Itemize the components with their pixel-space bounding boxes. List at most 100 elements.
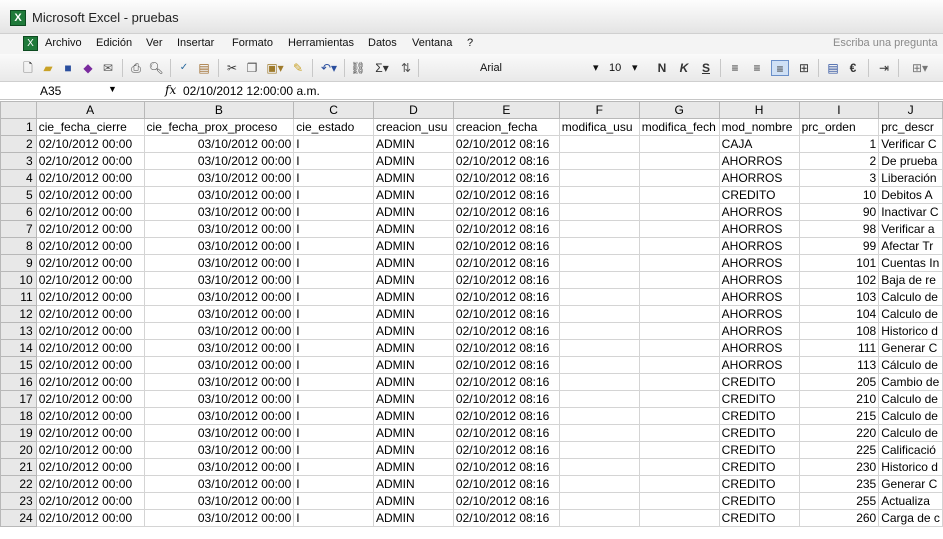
underline-button[interactable]: S (699, 60, 713, 76)
cell-g[interactable] (638, 305, 720, 323)
cell-g[interactable] (638, 390, 720, 408)
cell-e[interactable]: 02/10/2012 08:16 (452, 203, 560, 221)
select-all-corner[interactable] (0, 101, 37, 119)
cell-h[interactable]: CREDITO (718, 407, 800, 425)
cell-b[interactable]: 03/10/2012 00:00 (143, 169, 295, 187)
cell-b[interactable]: 03/10/2012 00:00 (143, 339, 295, 357)
cell-b[interactable]: 03/10/2012 00:00 (143, 254, 295, 272)
cell-i[interactable]: 1 (798, 135, 880, 153)
cell-a[interactable]: 02/10/2012 00:00 (35, 458, 145, 476)
format-painter-icon[interactable]: ✎ (290, 60, 306, 76)
cell-field-header[interactable]: cie_fecha_prox_proceso (143, 118, 295, 136)
menu-archivo[interactable]: Archivo (45, 37, 82, 49)
spelling-icon[interactable]: ✓ (176, 60, 192, 76)
formula-input[interactable]: 02/10/2012 12:00:00 a.m. (183, 84, 320, 98)
cell-b[interactable]: 03/10/2012 00:00 (143, 509, 295, 527)
cell-e[interactable]: 02/10/2012 08:16 (452, 288, 560, 306)
cell-j[interactable]: De prueba (878, 152, 943, 170)
cell-h[interactable]: CREDITO (718, 509, 800, 527)
cell-f[interactable] (558, 220, 640, 238)
excel-icon[interactable]: X (10, 10, 26, 26)
font-name-dropdown-icon[interactable]: ▾ (593, 60, 603, 76)
cell-f[interactable] (558, 492, 640, 510)
row-header[interactable]: 19 (0, 424, 37, 442)
cell-c[interactable]: I (293, 271, 374, 289)
menu-ver[interactable]: Ver (146, 37, 163, 49)
cell-h[interactable]: AHORROS (718, 152, 800, 170)
row-header[interactable]: 12 (0, 305, 37, 323)
cell-g[interactable] (638, 373, 720, 391)
cell-i[interactable]: 2 (798, 152, 880, 170)
cell-b[interactable]: 03/10/2012 00:00 (143, 492, 295, 510)
cell-c[interactable]: I (293, 475, 374, 493)
print-preview-icon[interactable]: 🔍︎ (148, 60, 164, 76)
cell-e[interactable]: 02/10/2012 08:16 (452, 424, 560, 442)
cell-f[interactable] (558, 288, 640, 306)
name-box[interactable]: A35 (40, 84, 61, 98)
cell-j[interactable]: Debitos A (878, 186, 943, 204)
cell-i[interactable]: 103 (798, 288, 880, 306)
cell-field-header[interactable]: cie_fecha_cierre (35, 118, 145, 136)
cell-c[interactable]: I (293, 169, 374, 187)
cell-g[interactable] (638, 288, 720, 306)
cell-a[interactable]: 02/10/2012 00:00 (35, 305, 145, 323)
cell-a[interactable]: 02/10/2012 00:00 (35, 441, 145, 459)
cell-b[interactable]: 03/10/2012 00:00 (143, 203, 295, 221)
cell-g[interactable] (638, 322, 720, 340)
cell-field-header[interactable]: creacion_usu (372, 118, 454, 136)
cell-d[interactable]: ADMIN (372, 152, 454, 170)
cell-b[interactable]: 03/10/2012 00:00 (143, 407, 295, 425)
cell-a[interactable]: 02/10/2012 00:00 (35, 169, 145, 187)
cell-d[interactable]: ADMIN (372, 390, 454, 408)
cell-c[interactable]: I (293, 305, 374, 323)
cell-i[interactable]: 101 (798, 254, 880, 272)
cell-b[interactable]: 03/10/2012 00:00 (143, 186, 295, 204)
indent-icon[interactable]: ⇥ (876, 60, 892, 76)
menu-help[interactable]: ? (467, 37, 473, 49)
cell-field-header[interactable]: prc_orden (798, 118, 880, 136)
cell-a[interactable]: 02/10/2012 00:00 (35, 407, 145, 425)
cell-b[interactable]: 03/10/2012 00:00 (143, 288, 295, 306)
cell-e[interactable]: 02/10/2012 08:16 (452, 254, 560, 272)
menu-herramientas[interactable]: Herramientas (288, 37, 354, 49)
cell-g[interactable] (638, 152, 720, 170)
cell-f[interactable] (558, 475, 640, 493)
cell-c[interactable]: I (293, 458, 374, 476)
cell-d[interactable]: ADMIN (372, 441, 454, 459)
cell-i[interactable]: 215 (798, 407, 880, 425)
column-header-f[interactable]: F (558, 101, 640, 119)
cell-g[interactable] (638, 237, 720, 255)
save-icon[interactable]: ■ (60, 60, 76, 76)
cell-e[interactable]: 02/10/2012 08:16 (452, 237, 560, 255)
cell-c[interactable]: I (293, 390, 374, 408)
cell-c[interactable]: I (293, 492, 374, 510)
cell-h[interactable]: CREDITO (718, 441, 800, 459)
cell-field-header[interactable]: modifica_usu (558, 118, 640, 136)
cell-j[interactable]: Actualiza (878, 492, 943, 510)
row-header[interactable]: 21 (0, 458, 37, 476)
cell-e[interactable]: 02/10/2012 08:16 (452, 305, 560, 323)
row-header[interactable]: 4 (0, 169, 37, 187)
row-header[interactable]: 3 (0, 152, 37, 170)
cell-i[interactable]: 230 (798, 458, 880, 476)
cell-g[interactable] (638, 441, 720, 459)
cell-c[interactable]: I (293, 220, 374, 238)
cell-d[interactable]: ADMIN (372, 373, 454, 391)
cell-g[interactable] (638, 169, 720, 187)
cell-j[interactable]: Cambio de (878, 373, 943, 391)
new-document-icon[interactable]: 🗋 (20, 60, 36, 76)
cell-b[interactable]: 03/10/2012 00:00 (143, 152, 295, 170)
cell-f[interactable] (558, 152, 640, 170)
cell-j[interactable]: Afectar Tr (878, 237, 943, 255)
cell-j[interactable]: Calculo de (878, 390, 943, 408)
cell-i[interactable]: 90 (798, 203, 880, 221)
cell-field-header[interactable]: cie_estado (293, 118, 374, 136)
cell-g[interactable] (638, 254, 720, 272)
row-header[interactable]: 6 (0, 203, 37, 221)
cell-d[interactable]: ADMIN (372, 509, 454, 527)
cell-i[interactable]: 205 (798, 373, 880, 391)
cell-h[interactable]: CREDITO (718, 424, 800, 442)
cell-d[interactable]: ADMIN (372, 305, 454, 323)
cell-f[interactable] (558, 322, 640, 340)
cell-f[interactable] (558, 305, 640, 323)
